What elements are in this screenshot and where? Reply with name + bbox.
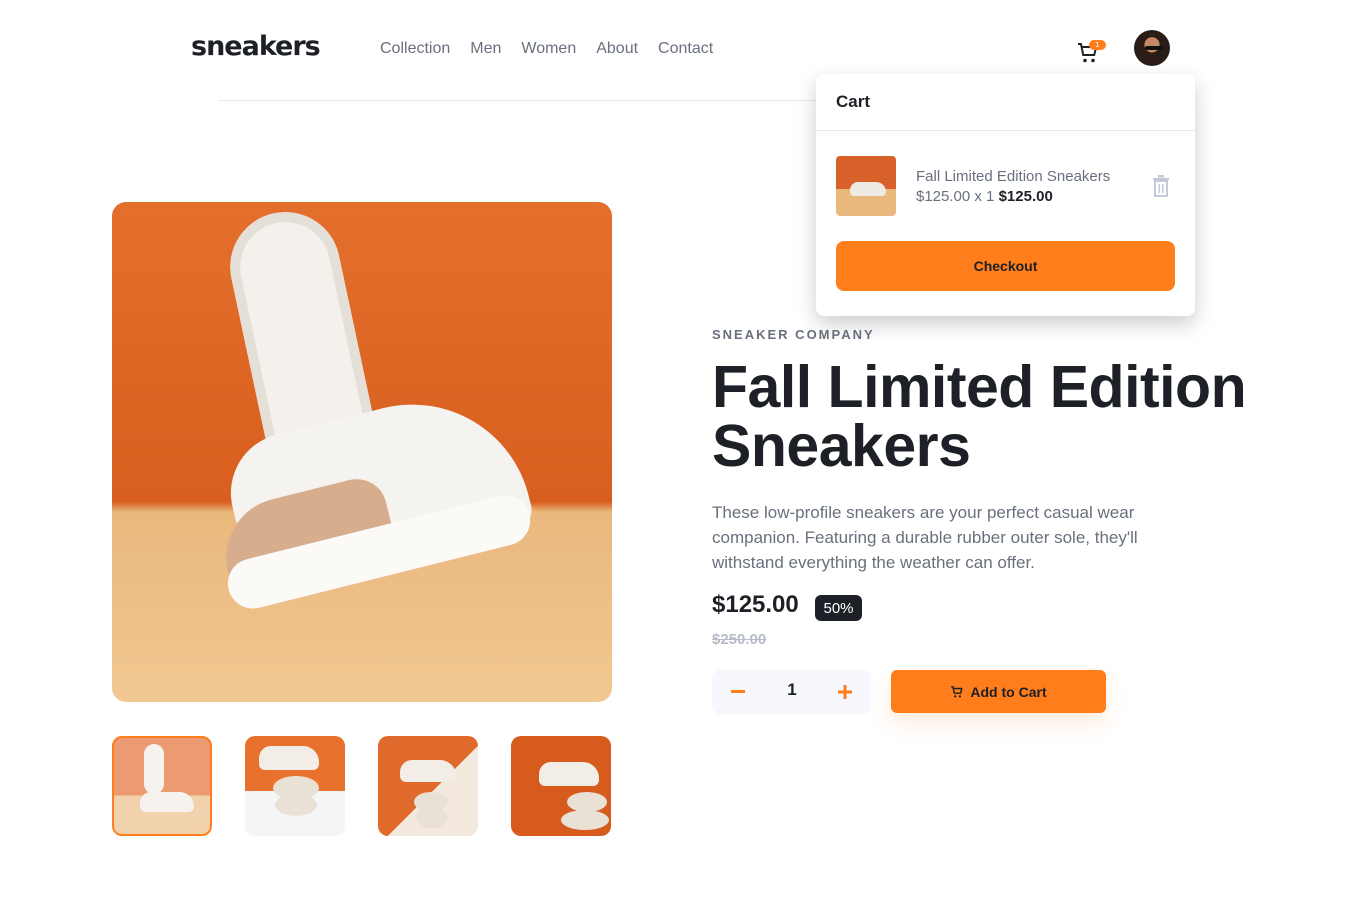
cart-item-thumbnail [836,156,896,216]
cart-item-total: $125.00 [998,188,1053,205]
avatar[interactable] [1134,30,1170,66]
cart-count-badge: 1 [1089,40,1106,50]
nav-men[interactable]: Men [470,40,501,58]
logo[interactable]: sneakers [191,31,321,62]
add-to-cart-button[interactable]: Add to Cart [891,670,1106,713]
thumbnail-3[interactable] [378,736,478,836]
cart-separator [816,130,1195,131]
nav-contact[interactable]: Contact [658,40,713,58]
nav-women[interactable]: Women [521,40,576,58]
nav-about[interactable]: About [596,40,638,58]
cart-icon [951,685,963,698]
thumbnail-4[interactable] [511,736,611,836]
cart-item-calc: $125.00 x 1 $125.00 [916,188,1053,205]
thumbnail-1[interactable] [112,736,212,836]
avatar-glasses [1145,46,1163,50]
trash-icon [1153,175,1169,197]
product-title: Fall Limited Edition Sneakers [712,354,1247,479]
cart-dropdown: Cart Fall Limited Edition Sneakers $125.… [816,74,1195,316]
current-price: $125.00 [712,591,799,618]
thumbnail-2[interactable] [245,736,345,836]
decrease-quantity-button[interactable] [716,670,760,714]
quantity-stepper: 1 [712,670,871,714]
cart-item-name: Fall Limited Edition Sneakers [916,168,1111,185]
minus-icon [731,690,745,693]
cart-item-unit-calc: $125.00 x 1 [916,188,995,205]
company-label: SNEAKER COMPANY [712,327,875,342]
quantity-value: 1 [787,680,797,699]
cart-title: Cart [836,92,871,111]
discount-badge: 50% [815,595,862,621]
nav-collection[interactable]: Collection [380,40,450,58]
plus-icon [838,685,852,699]
product-main-image[interactable] [112,202,612,702]
thumbnail-list [112,736,611,836]
checkout-button[interactable]: Checkout [836,241,1175,291]
add-to-cart-label: Add to Cart [970,683,1047,700]
increase-quantity-button[interactable] [823,670,867,714]
delete-item-button[interactable] [1152,175,1170,197]
original-price: $250.00 [712,631,767,648]
product-description: These low-profile sneakers are your perf… [712,503,1138,572]
main-nav: Collection Men Women About Contact [380,40,733,58]
